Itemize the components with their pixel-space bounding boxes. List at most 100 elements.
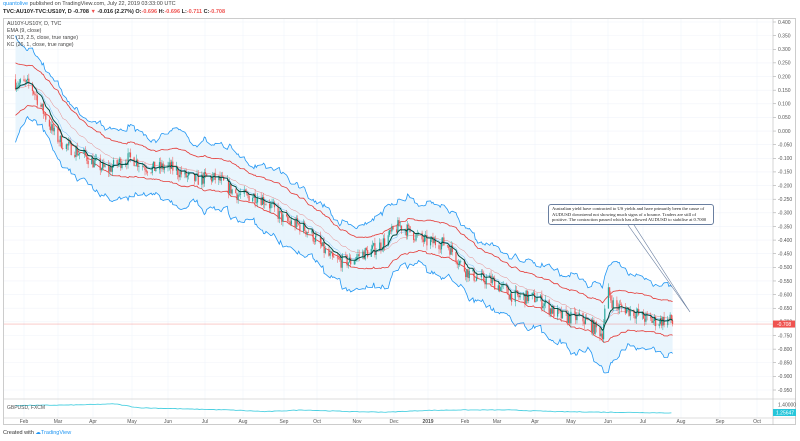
candle-body (195, 174, 197, 181)
x-tick-label: Mar (493, 419, 502, 425)
y-tick-label: -0.250 (778, 197, 792, 203)
x-tick-label: May (127, 419, 137, 425)
candle-body (135, 159, 138, 166)
candle-body (110, 166, 112, 172)
x-tick-label: Jun (164, 419, 172, 425)
candle-body (525, 290, 527, 304)
candle-body (612, 300, 614, 308)
x-tick-label: Feb (20, 419, 29, 425)
candle-body (466, 269, 468, 278)
candle-body (118, 158, 121, 163)
candle-body (86, 155, 88, 161)
candle-body (468, 270, 470, 279)
candle-body (619, 304, 622, 305)
candle-body (52, 124, 54, 132)
candle-body (278, 211, 280, 219)
candle-body (671, 320, 674, 325)
candle-body (484, 280, 486, 285)
candle-body (328, 248, 330, 256)
candle-body (610, 295, 612, 301)
candle-body (79, 153, 81, 155)
y-tick-label: -0.800 (778, 347, 792, 353)
candle-body (82, 152, 84, 154)
candle-body (146, 171, 149, 173)
candle-body (144, 167, 146, 171)
annotation-callout[interactable]: Australian yield have contracted to US y… (548, 204, 714, 225)
candle-body (25, 80, 28, 82)
candle-body (178, 175, 180, 178)
candle-body (542, 306, 544, 309)
candle-body (519, 295, 521, 298)
candle-body (449, 248, 451, 255)
candle-body (371, 245, 374, 249)
candle-body (35, 94, 37, 96)
candle-body (491, 278, 493, 284)
candle-body (237, 194, 239, 200)
candle-body (129, 152, 132, 158)
candle-body (58, 141, 60, 143)
candle-body (77, 154, 80, 156)
candle-body (557, 308, 559, 317)
candle-body (380, 242, 382, 250)
candle-body (324, 248, 326, 253)
legend-kc-outer[interactable]: KC (13, 2.5, close, true range) (7, 35, 78, 42)
sub-pane-title: GBPUSD, FXCM (7, 405, 45, 411)
candle-body (313, 241, 315, 242)
x-tick-label: Sep (280, 419, 289, 425)
candle-body (550, 308, 553, 314)
x-tick-label: Oct (753, 419, 761, 425)
candle-body (415, 233, 417, 241)
candle-body (141, 166, 144, 167)
candle-body (497, 285, 499, 290)
candle-body (102, 162, 104, 169)
candle-body (333, 256, 335, 258)
candle-body (92, 158, 94, 168)
candle-body (467, 269, 469, 279)
legend-symbol[interactable]: AU10Y-US10Y, D, TVC (7, 21, 78, 28)
y-tick-label: 0.150 (778, 88, 791, 94)
candle-body (532, 292, 535, 294)
candle-body (601, 333, 603, 340)
candle-body (299, 224, 301, 232)
candle-body (33, 91, 35, 94)
candle-body (490, 275, 492, 284)
candle-body (323, 242, 325, 253)
candle-body (48, 119, 51, 127)
candle-body (607, 287, 610, 309)
candle-body (635, 312, 637, 319)
candle-body (336, 257, 338, 259)
candle-body (128, 152, 130, 154)
candle-body (346, 255, 348, 266)
candle-body (422, 239, 424, 242)
candle-body (62, 147, 64, 149)
candle-body (634, 316, 636, 319)
candle-body (289, 221, 291, 225)
candle-body (475, 276, 478, 281)
y-tick-label: -0.200 (778, 183, 792, 189)
x-tick-label: Apr (89, 419, 97, 425)
candle-body (423, 236, 426, 242)
candle-body (239, 193, 242, 195)
legend-ema[interactable]: EMA (9, close) (7, 28, 78, 35)
legend-kc-inner[interactable]: KC (26, 1, close, true range) (7, 42, 78, 49)
candle-body (227, 180, 230, 194)
candle-body (465, 271, 467, 278)
candle-body (457, 264, 459, 265)
candle-body (282, 214, 284, 222)
x-tick-label: Jul (640, 419, 646, 425)
x-tick-label: Sep (716, 419, 725, 425)
footer: Created with ☁TradingView (3, 430, 71, 436)
candle-body (265, 204, 267, 205)
candle-body (19, 79, 21, 83)
y-tick-label: -0.850 (778, 361, 792, 367)
candle-body (290, 220, 293, 225)
candle-body (408, 224, 410, 227)
y-tick-label: -0.050 (778, 142, 792, 148)
candle-body (264, 204, 266, 205)
candle-body (41, 103, 43, 107)
candle-body (315, 235, 317, 242)
brand-link[interactable]: TradingView (41, 430, 71, 436)
candle-body (316, 235, 318, 237)
y-tick-label: -0.350 (778, 224, 792, 230)
candle-body (474, 280, 476, 282)
